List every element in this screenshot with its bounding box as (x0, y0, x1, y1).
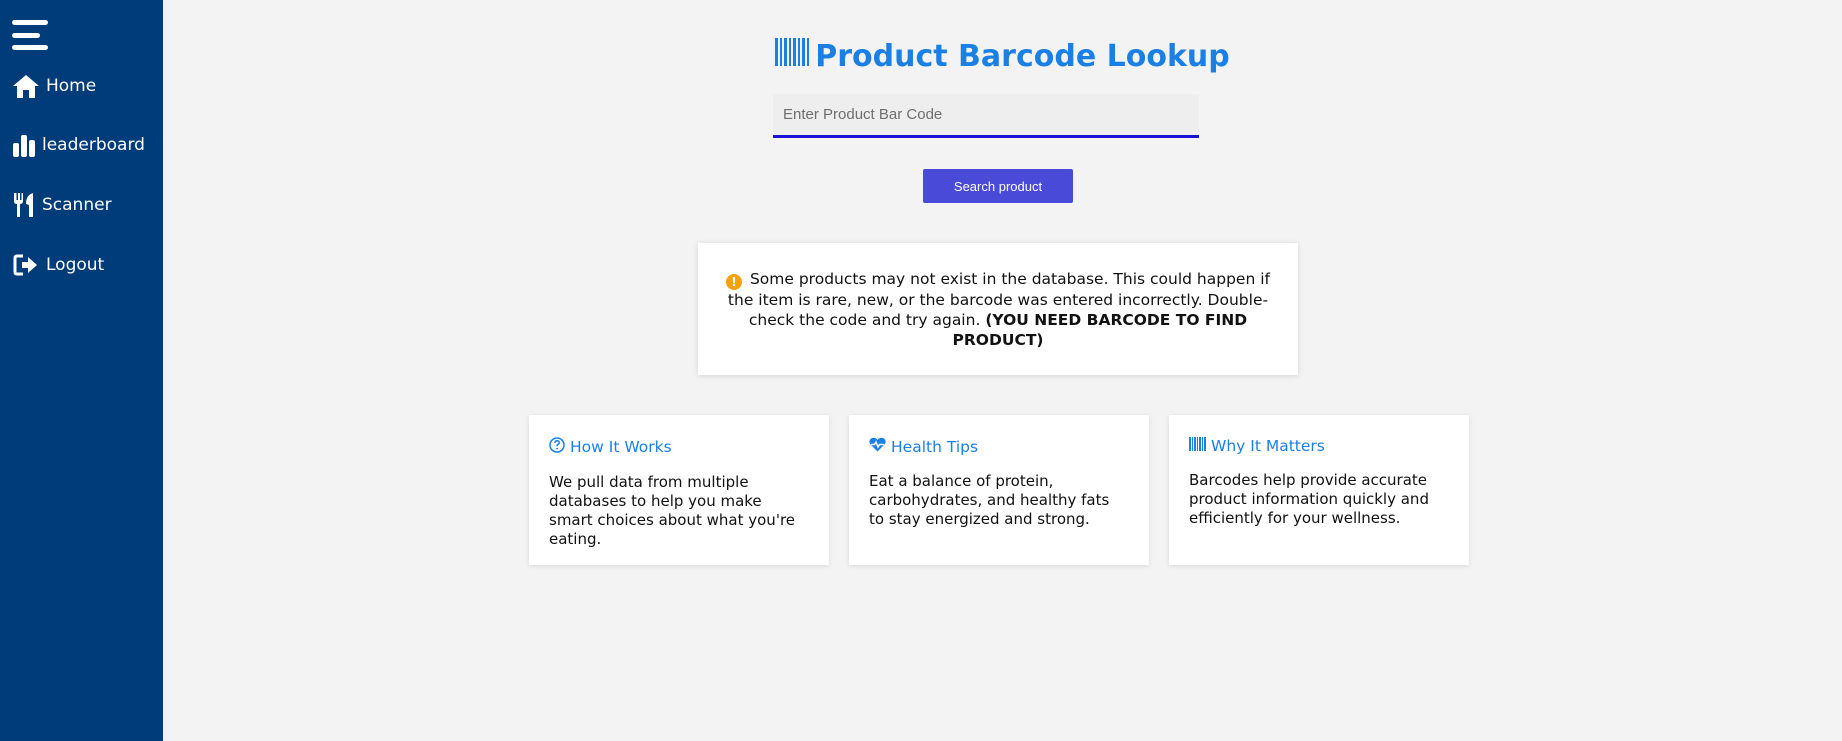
barcode-icon (1189, 437, 1206, 455)
sidebar-item-logout[interactable]: Logout (12, 251, 104, 279)
search-product-button[interactable]: Search product (923, 169, 1073, 203)
utensils-icon (12, 191, 36, 219)
sidebar-item-scanner[interactable]: Scanner (12, 191, 112, 219)
sidebar-item-label: leaderboard (42, 135, 145, 155)
sidebar: Home leaderboard Scanner Logout (0, 0, 163, 741)
info-card-how-it-works: How It Works We pull data from multiple … (529, 415, 829, 565)
logout-icon (12, 251, 40, 279)
card-title: Why It Matters (1189, 437, 1449, 455)
card-text: Barcodes help provide accurate product i… (1189, 471, 1429, 527)
barcode-icon (775, 38, 810, 74)
notice-paragraph: ! Some products may not exist in the dat… (722, 269, 1274, 350)
page-title: Product Barcode Lookup (163, 38, 1842, 74)
info-card-health-tips: Health Tips Eat a balance of protein, ca… (849, 415, 1149, 565)
page-title-text: Product Barcode Lookup (815, 38, 1230, 74)
heartbeat-icon (869, 437, 886, 456)
card-title: How It Works (549, 437, 809, 457)
card-title: Health Tips (869, 437, 1129, 456)
card-title-text: How It Works (570, 438, 672, 456)
notice-emphasis: (YOU NEED BARCODE TO FIND PRODUCT) (952, 310, 1248, 349)
question-circle-icon (549, 437, 565, 457)
main-content: Product Barcode Lookup Search product ! … (163, 0, 1842, 741)
sidebar-item-label: Logout (46, 255, 105, 275)
warning-icon: ! (726, 273, 743, 290)
notice-box: ! Some products may not exist in the dat… (698, 243, 1298, 375)
sidebar-item-label: Home (46, 76, 97, 96)
bar-chart-icon (12, 131, 36, 159)
card-text: We pull data from multiple databases to … (549, 473, 796, 548)
sidebar-item-label: Scanner (42, 195, 112, 215)
sidebar-item-home[interactable]: Home (12, 72, 96, 100)
hamburger-menu-icon[interactable] (12, 20, 48, 50)
info-card-why-it-matters: Why It Matters Barcodes help provide acc… (1169, 415, 1469, 565)
home-icon (12, 72, 40, 100)
card-title-text: Health Tips (891, 437, 979, 456)
card-text: Eat a balance of protein, carbohydrates,… (869, 472, 1110, 528)
sidebar-item-leaderboard[interactable]: leaderboard (12, 131, 145, 159)
card-title-text: Why It Matters (1211, 437, 1325, 455)
barcode-search-input[interactable] (773, 94, 1199, 138)
